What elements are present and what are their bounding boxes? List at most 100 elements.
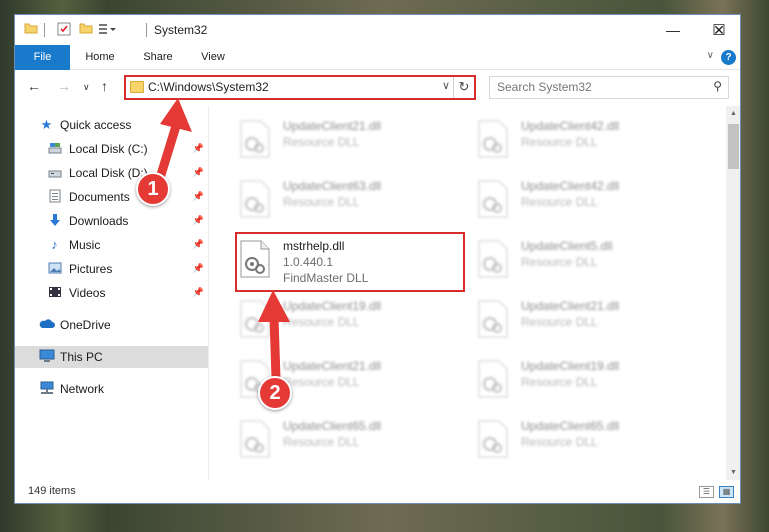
music-icon: ♪	[51, 237, 58, 252]
navigation-pane: ★ Quick access Local Disk (C:) 📌 Local D…	[15, 106, 209, 480]
file-description: Resource DLL	[521, 135, 598, 149]
window-title: System32	[154, 23, 208, 37]
file-name: UpdateClient19.dll	[283, 299, 382, 313]
divider	[146, 23, 147, 37]
dll-file-icon	[477, 180, 509, 218]
file-description: Resource DLL	[521, 195, 598, 209]
search-placeholder: Search System32	[497, 80, 592, 94]
tab-view[interactable]: View	[193, 45, 233, 70]
folder-icon	[24, 22, 38, 37]
sidebar-item-label: Quick access	[60, 118, 132, 132]
pin-icon: 📌	[192, 215, 204, 225]
file-name: UpdateClient21.dll	[283, 119, 382, 133]
cloud-icon	[39, 317, 55, 332]
file-version: 1.0.440.1	[283, 255, 334, 269]
file-item[interactable]: UpdateClient65.dll Resource DLL	[467, 412, 697, 472]
file-name: UpdateClient19.dll	[521, 359, 620, 373]
tab-home[interactable]: Home	[77, 45, 123, 70]
dll-file-icon	[239, 300, 271, 338]
status-bar: 149 items ☰ ▦	[15, 480, 740, 503]
new-folder-icon[interactable]	[79, 22, 93, 37]
title-bar: System32 — ☐	[15, 15, 740, 45]
sidebar-item-label: Documents	[69, 190, 130, 204]
file-item[interactable]: UpdateClient65.dll Resource DLL	[229, 412, 459, 472]
file-item[interactable]: UpdateClient19.dll Resource DLL	[467, 352, 697, 412]
tab-file[interactable]: File	[15, 45, 70, 70]
dll-file-icon	[239, 240, 271, 278]
file-item[interactable]: UpdateClient63.dll Resource DLL	[229, 172, 459, 232]
sidebar-item-videos[interactable]: Videos 📌	[15, 282, 208, 304]
file-name: UpdateClient21.dll	[283, 359, 382, 373]
scroll-thumb[interactable]	[728, 124, 739, 169]
pictures-icon	[47, 261, 62, 276]
expand-ribbon-icon[interactable]: ∨	[707, 50, 714, 61]
drive-icon	[47, 165, 62, 180]
sidebar-item-quick-access[interactable]: ★ Quick access	[15, 114, 208, 136]
large-icons-view-icon[interactable]: ▦	[719, 486, 734, 498]
file-item[interactable]: UpdateClient21.dll Resource DLL	[467, 292, 697, 352]
file-item[interactable]: UpdateClient42.dll Resource DLL	[467, 172, 697, 232]
file-item[interactable]: UpdateClient21.dll Resource DLL	[229, 112, 459, 172]
file-name: UpdateClient5.dll	[521, 239, 613, 253]
help-icon[interactable]: ?	[721, 50, 736, 65]
file-item[interactable]: UpdateClient19.dll Resource DLL	[229, 292, 459, 352]
file-name: UpdateClient65.dll	[283, 419, 382, 433]
sidebar-item-label: This PC	[60, 350, 103, 364]
dll-file-icon	[239, 180, 271, 218]
sidebar-item-this-pc[interactable]: This PC	[15, 346, 208, 368]
address-bar[interactable]: C:\Windows\System32 ∨ ↻	[124, 75, 476, 100]
sidebar-item-documents[interactable]: Documents 📌	[15, 186, 208, 208]
file-description: Resource DLL	[283, 435, 360, 449]
vertical-scrollbar[interactable]: ▲ ▼	[726, 106, 740, 480]
customize-toolbar-icon[interactable]	[98, 22, 118, 39]
scroll-down-icon[interactable]: ▼	[726, 465, 740, 480]
sidebar-item-local-disk-d[interactable]: Local Disk (D:) 📌	[15, 162, 208, 184]
forward-button[interactable]: →	[57, 78, 71, 94]
pin-icon: 📌	[192, 287, 204, 297]
file-description: Resource DLL	[283, 135, 360, 149]
sidebar-item-local-disk-c[interactable]: Local Disk (C:) 📌	[15, 138, 208, 160]
sidebar-item-network[interactable]: Network	[15, 378, 208, 400]
refresh-icon[interactable]: ↻	[453, 77, 474, 98]
pin-icon: 📌	[192, 167, 204, 177]
back-button[interactable]: ←	[27, 78, 41, 94]
search-input[interactable]: Search System32 ⚲	[489, 76, 729, 99]
sidebar-item-label: Local Disk (D:)	[69, 166, 148, 180]
file-description: Resource DLL	[521, 255, 598, 269]
star-icon: ★	[40, 117, 53, 132]
network-icon	[39, 381, 54, 396]
file-description: FindMaster DLL	[283, 271, 369, 285]
properties-icon[interactable]	[57, 22, 71, 39]
pin-icon: 📌	[192, 143, 204, 153]
dll-file-icon	[239, 120, 271, 158]
dll-file-icon	[477, 360, 509, 398]
scroll-up-icon[interactable]: ▲	[726, 106, 740, 121]
file-item-mstrhelp[interactable]: mstrhelp.dll 1.0.440.1 FindMaster DLL	[235, 232, 465, 292]
sidebar-item-pictures[interactable]: Pictures 📌	[15, 258, 208, 280]
details-view-icon[interactable]: ☰	[699, 486, 714, 498]
file-description: Resource DLL	[521, 315, 598, 329]
up-button[interactable]: ↑	[101, 78, 108, 94]
file-name: UpdateClient42.dll	[521, 179, 620, 193]
pin-icon: 📌	[192, 191, 204, 201]
file-list: UpdateClient21.dll Resource DLL UpdateCl…	[209, 106, 726, 480]
drive-icon	[47, 141, 62, 156]
minimize-button[interactable]: —	[650, 15, 696, 45]
search-icon[interactable]: ⚲	[713, 79, 722, 93]
chevron-down-icon[interactable]: ∨	[442, 79, 450, 92]
file-description: Resource DLL	[283, 315, 360, 329]
file-item[interactable]: UpdateClient42.dll Resource DLL	[467, 112, 697, 172]
file-name: mstrhelp.dll	[283, 239, 345, 253]
download-icon	[47, 213, 62, 228]
ribbon-tabs: File Home Share View ∨ ?	[15, 45, 740, 70]
recent-locations-icon[interactable]: ∨	[83, 82, 90, 93]
step-1-badge: 1	[136, 172, 170, 206]
sidebar-item-music[interactable]: ♪ Music 📌	[15, 234, 208, 256]
sidebar-item-onedrive[interactable]: OneDrive	[15, 314, 208, 336]
tab-share[interactable]: Share	[136, 45, 180, 70]
file-item[interactable]: UpdateClient5.dll Resource DLL	[467, 232, 697, 292]
close-button[interactable]: ✕	[696, 15, 740, 45]
sidebar-item-downloads[interactable]: Downloads 📌	[15, 210, 208, 232]
file-description: Resource DLL	[283, 195, 360, 209]
videos-icon	[47, 285, 62, 300]
